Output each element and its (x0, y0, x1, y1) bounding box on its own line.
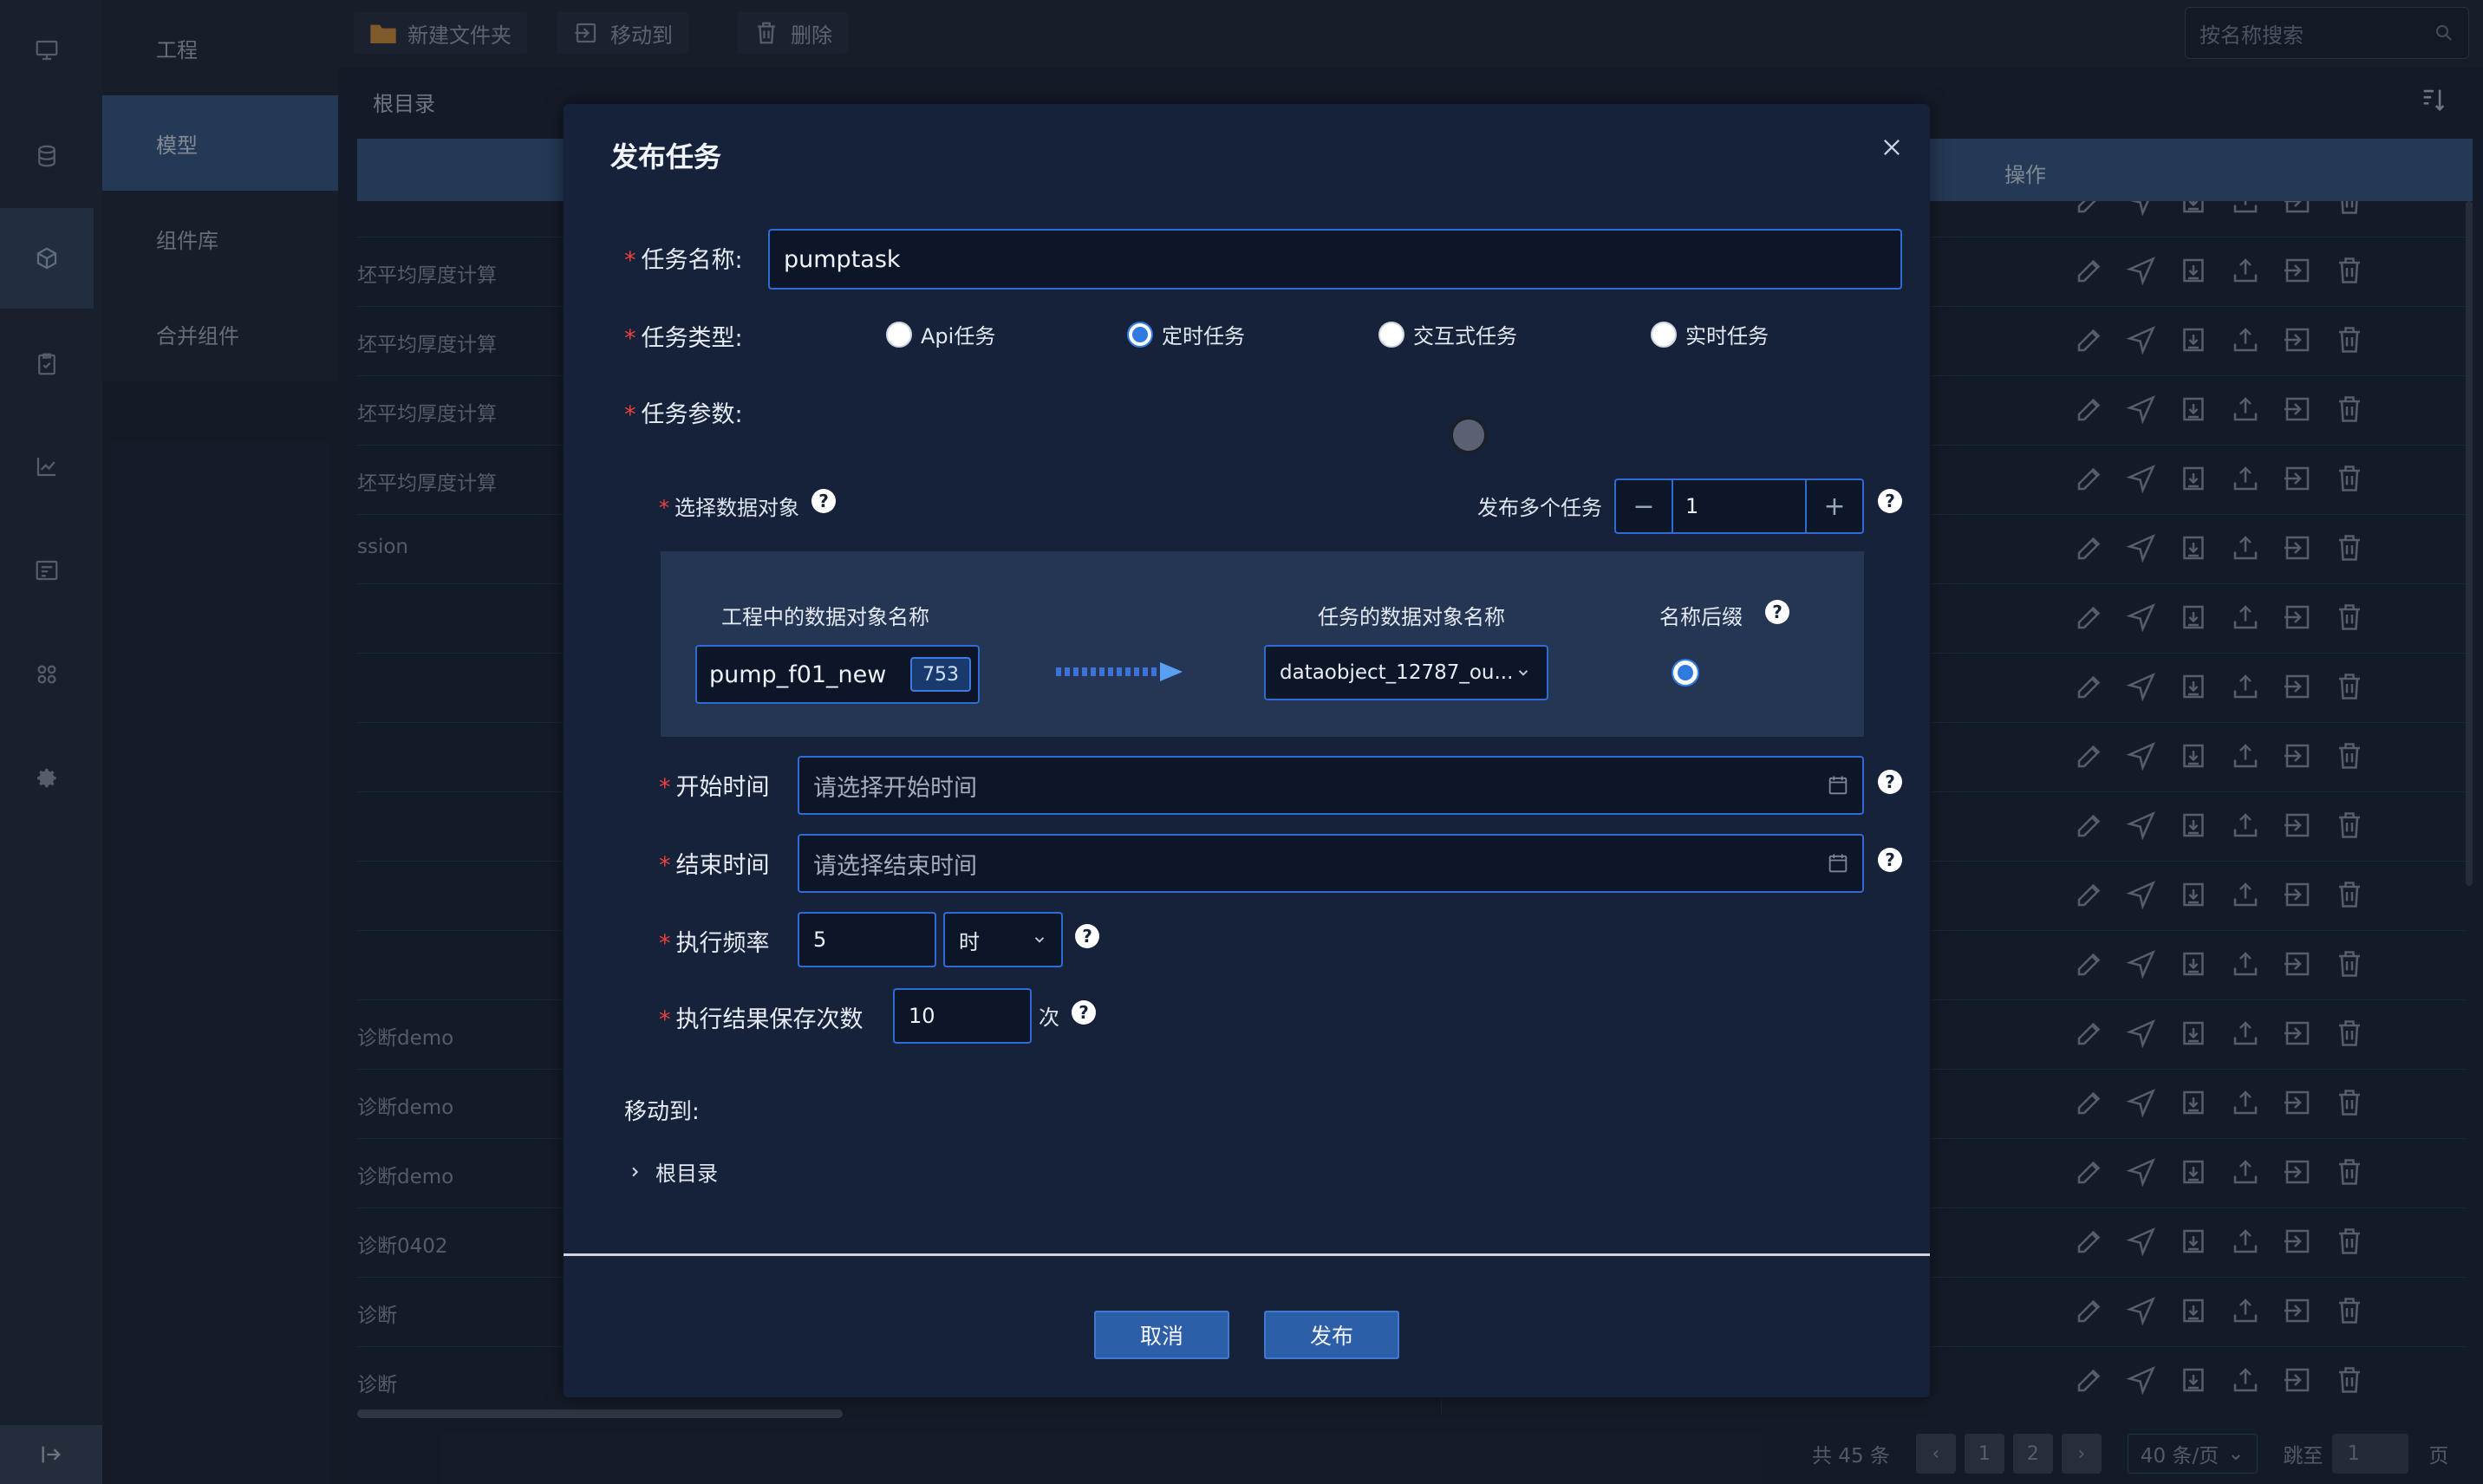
publish-button[interactable]: 发布 (1264, 1311, 1399, 1359)
help-icon[interactable]: ? (1878, 848, 1902, 872)
help-icon[interactable]: ? (1878, 770, 1902, 794)
tree-node-label: 根目录 (655, 1162, 718, 1186)
end-time-label: * 结束时间 (659, 852, 770, 879)
task-name-input[interactable]: pumptask (768, 229, 1902, 290)
tree-node-root[interactable]: 根目录 (628, 1156, 718, 1187)
frequency-unit-select[interactable]: 时 (943, 912, 1063, 967)
frequency-unit-value: 时 (959, 929, 980, 954)
select-object-label: * 选择数据对象 (659, 496, 799, 520)
radio-interactive-task[interactable]: 交互式任务 (1378, 319, 1517, 349)
task-name-label: * 任务名称: (624, 247, 743, 274)
source-object-header: 工程中的数据对象名称 (721, 605, 929, 629)
chevron-down-icon (1518, 670, 1528, 676)
end-time-placeholder: 请选择结束时间 (813, 852, 977, 880)
chevron-down-icon (1034, 937, 1045, 943)
radio-label: 交互式任务 (1413, 324, 1517, 348)
help-icon[interactable]: ? (1765, 600, 1789, 624)
close-button[interactable] (1874, 130, 1909, 165)
calendar-icon (1828, 854, 1848, 873)
publish-task-dialog: 发布任务 * 任务名称: pumptask * 任务类型: Api任务 定时任务 交… (564, 104, 1930, 1397)
start-time-input[interactable]: 请选择开始时间 (798, 756, 1864, 815)
radio-label: 定时任务 (1162, 324, 1245, 348)
calendar-icon (1828, 776, 1848, 795)
task-type-label: * 任务类型: (624, 325, 743, 352)
task-params-label: * 任务参数: (624, 401, 743, 428)
radio-realtime-task[interactable]: 实时任务 (1651, 319, 1769, 349)
help-icon[interactable]: ? (1878, 489, 1902, 513)
start-time-label: * 开始时间 (659, 774, 770, 801)
suffix-radio[interactable] (1672, 659, 1699, 687)
data-object-mapping-panel: 工程中的数据对象名称 任务的数据对象名称 名称后缀 ? pump_f01_new… (661, 551, 1864, 737)
radio-label: 实时任务 (1685, 324, 1769, 348)
radio-circle (1378, 321, 1404, 348)
source-object-badge: 753 (910, 657, 971, 692)
frequency-input[interactable]: 5 (798, 912, 936, 967)
save-count-label: * 执行结果保存次数 (659, 1006, 864, 1033)
help-icon[interactable]: ? (811, 489, 836, 513)
multi-task-stepper[interactable]: − 1 + (1614, 478, 1864, 534)
close-icon (1884, 140, 1900, 155)
mouse-cursor (1450, 416, 1488, 454)
dialog-footer-divider (564, 1253, 1930, 1256)
source-object-value: pump_f01_new (709, 661, 887, 688)
help-icon[interactable]: ? (1072, 1000, 1096, 1025)
frequency-label: * 执行频率 (659, 930, 770, 957)
dialog-title: 发布任务 (610, 140, 722, 173)
move-to-label: 移动到: (624, 1099, 700, 1125)
increment-button[interactable]: + (1807, 480, 1862, 532)
arrow-right-icon (1056, 662, 1183, 681)
source-object-field[interactable]: pump_f01_new 753 (695, 645, 980, 704)
suffix-header: 名称后缀 (1659, 605, 1743, 629)
target-object-header: 任务的数据对象名称 (1318, 605, 1505, 629)
start-time-placeholder: 请选择开始时间 (813, 774, 977, 802)
radio-scheduled-task[interactable]: 定时任务 (1127, 319, 1245, 349)
radio-circle (1651, 321, 1677, 348)
target-object-value: dataobject_12787_ou... (1280, 661, 1514, 684)
multi-task-label: 发布多个任务 (1477, 496, 1602, 520)
end-time-input[interactable]: 请选择结束时间 (798, 834, 1864, 893)
stepper-value[interactable]: 1 (1672, 480, 1807, 532)
radio-circle (886, 321, 912, 348)
cancel-button[interactable]: 取消 (1094, 1311, 1229, 1359)
chevron-right-icon[interactable] (628, 1165, 642, 1179)
save-count-input[interactable]: 10 (893, 988, 1032, 1044)
target-object-select[interactable]: dataobject_12787_ou... (1264, 645, 1548, 700)
radio-label: Api任务 (921, 324, 996, 348)
radio-api-task[interactable]: Api任务 (886, 319, 995, 349)
radio-circle-checked (1127, 321, 1153, 348)
help-icon[interactable]: ? (1075, 924, 1099, 948)
save-count-unit: 次 (1039, 1006, 1059, 1030)
decrement-button[interactable]: − (1616, 480, 1672, 532)
